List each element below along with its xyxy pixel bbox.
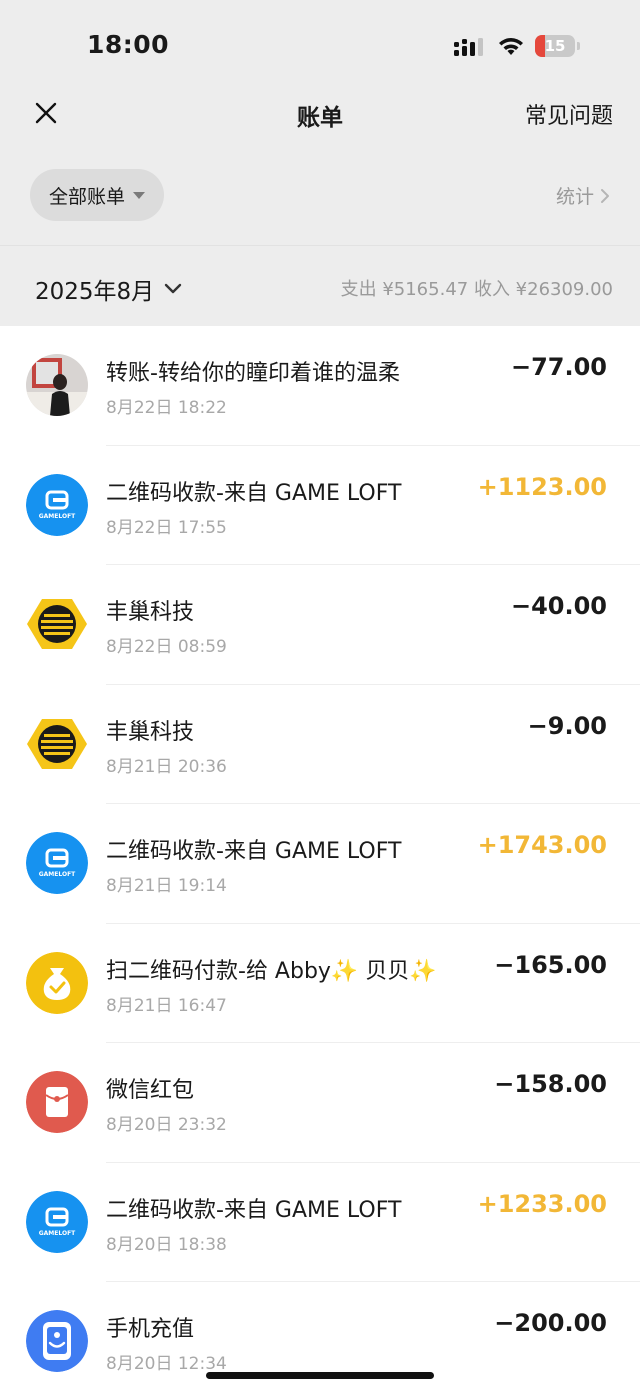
transaction-time: 8月22日 17:55 [106,517,227,538]
transaction-amount: −200.00 [494,1309,607,1337]
gameloft-logo: GAMELOFT [26,1190,88,1253]
chevron-right-icon [601,188,609,203]
transaction-amount: −158.00 [494,1070,607,1098]
transaction-title: 转账-转给你的瞳印着谁的温柔 [106,361,400,386]
hive-box-logo [26,593,88,655]
statistics-label: 统计 [555,186,594,208]
close-icon[interactable] [30,97,62,129]
transaction-title: 微信红包 [106,1078,195,1103]
red-packet-icon [26,1071,88,1133]
transaction-amount: −77.00 [510,353,607,381]
svg-text:GAMELOFT: GAMELOFT [39,1230,76,1237]
phone-recharge-icon [26,1310,88,1372]
battery-tip [577,42,580,50]
transaction-title: 丰巢科技 [106,719,195,745]
transaction-time: 8月20日 23:32 [106,1115,227,1135]
month-bar: 2025年8月 支出 ¥5165.47 收入 ¥26309.00 [0,245,640,326]
transaction-row[interactable]: 扫二维码付款-给 Abby✨ 贝贝✨ 8月21日 16:47 −165.00 [0,924,640,1043]
transaction-title: 扫二维码付款-给 Abby✨ 贝贝✨ [106,958,437,984]
transaction-time: 8月22日 18:22 [106,398,227,418]
transaction-row[interactable]: 丰巢科技 8月21日 20:36 −9.00 [0,685,640,804]
transaction-title: 二维码收款-来自 GAME LOFT [106,1197,402,1223]
battery-icon: 15 [535,35,575,57]
transaction-amount: −40.00 [510,592,607,620]
gameloft-logo: GAMELOFT [26,473,88,536]
transaction-time: 8月21日 19:14 [106,876,227,896]
statistics-link[interactable]: 统计 [556,182,610,209]
home-indicator [206,1372,434,1379]
chevron-down-icon [164,283,182,294]
transaction-time: 8月22日 08:59 [106,637,227,657]
svg-text:GAMELOFT: GAMELOFT [39,871,76,878]
transaction-title: 丰巢科技 [106,600,195,625]
battery-level: 15 [544,37,566,55]
transaction-row[interactable]: GAMELOFT 二维码收款-来自 GAME LOFT 8月20日 18:38 … [0,1163,640,1282]
svg-text:GAMELOFT: GAMELOFT [39,513,76,520]
transaction-row[interactable]: 微信红包 8月20日 23:32 −158.00 [0,1043,640,1163]
faq-link[interactable]: 常见问题 [525,98,613,130]
user-photo-avatar [26,354,88,416]
transaction-time: 8月20日 18:38 [106,1234,227,1255]
transaction-row[interactable]: 丰巢科技 8月22日 08:59 −40.00 [0,565,640,685]
transaction-row[interactable]: GAMELOFT 二维码收款-来自 GAME LOFT 8月21日 19:14 … [0,804,640,924]
transaction-title: 手机充值 [106,1317,195,1342]
transaction-amount: +1123.00 [477,472,607,501]
wifi-icon [499,38,523,55]
month-label: 2025年8月 [35,279,155,305]
transaction-row[interactable]: GAMELOFT 二维码收款-来自 GAME LOFT 8月22日 17:55 … [0,446,640,565]
bill-filter-label: 全部账单 [48,185,125,208]
transaction-amount: +1233.00 [477,1189,607,1218]
transaction-amount: +1743.00 [477,831,607,859]
status-bar: 18:00 15 [0,0,640,90]
transaction-time: 8月21日 20:36 [106,756,227,777]
transaction-row[interactable]: 转账-转给你的瞳印着谁的温柔 8月22日 18:22 −77.00 [0,326,640,446]
money-bag-icon [26,951,88,1014]
gameloft-logo: GAMELOFT [26,832,88,894]
caret-down-icon [133,191,145,199]
page-title: 账单 [297,105,343,131]
transaction-title: 二维码收款-来自 GAME LOFT [106,480,402,506]
status-time: 18:00 [87,30,170,59]
hive-box-logo [26,713,88,775]
transaction-time: 8月21日 16:47 [106,995,227,1016]
transaction-time: 8月20日 12:34 [106,1354,227,1374]
cellular-signal-icon [454,38,483,56]
transaction-amount: −165.00 [494,950,607,979]
transaction-amount: −9.00 [527,711,607,740]
month-selector[interactable]: 2025年8月 [35,272,182,306]
month-summary: 支出 ¥5165.47 收入 ¥26309.00 [340,279,613,300]
transaction-title: 二维码收款-来自 GAME LOFT [106,839,402,864]
bill-filter-dropdown[interactable]: 全部账单 [30,169,164,221]
